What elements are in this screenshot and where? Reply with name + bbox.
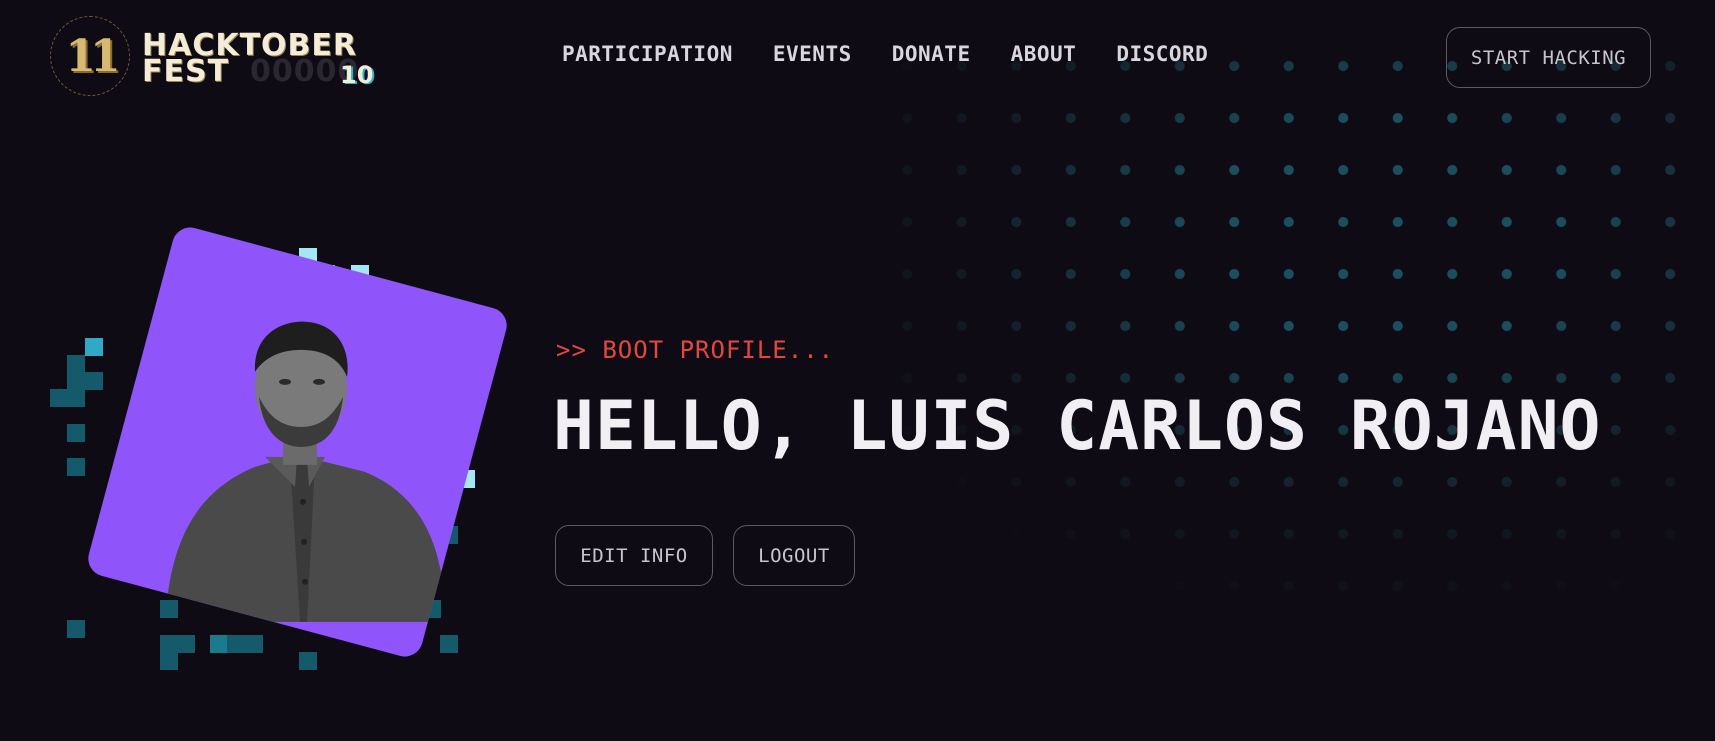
nav-link-events[interactable]: EVENTS — [773, 42, 852, 66]
nav-link-discord[interactable]: DISCORD — [1116, 42, 1208, 66]
greeting-heading: HELLO, LUIS CARLOS ROJANO — [553, 387, 1602, 466]
boot-profile-text: >> BOOT PROFILE... — [556, 336, 835, 364]
start-hacking-button[interactable]: START HACKING — [1446, 27, 1651, 88]
logout-button[interactable]: LOGOUT — [733, 525, 855, 586]
nav-link-donate[interactable]: DONATE — [892, 42, 971, 66]
hacktoberfest-logo[interactable]: 11 HACKTOBER FEST 00000 10 — [50, 16, 390, 100]
logo-badge-icon: 11 — [50, 16, 130, 96]
logo-edition-number: 10 — [340, 61, 374, 89]
profile-actions: EDIT INFO LOGOUT — [555, 525, 855, 586]
site-header: 11 HACKTOBER FEST 00000 10 PARTICIPATION… — [0, 0, 1715, 116]
avatar-card — [84, 223, 511, 661]
nav-link-participation[interactable]: PARTICIPATION — [562, 42, 733, 66]
logo-word-fest: FEST — [142, 54, 230, 89]
nav-link-about[interactable]: ABOUT — [1011, 42, 1077, 66]
logo-badge-glyph: 11 — [65, 30, 120, 82]
page: 11 HACKTOBER FEST 00000 10 PARTICIPATION… — [0, 0, 1715, 741]
avatar-area — [45, 223, 511, 680]
main-nav: PARTICIPATION EVENTS DONATE ABOUT DISCOR… — [562, 42, 1208, 66]
dot-grid-background — [880, 40, 1715, 700]
profile-photo — [165, 321, 446, 622]
edit-info-button[interactable]: EDIT INFO — [555, 525, 713, 586]
